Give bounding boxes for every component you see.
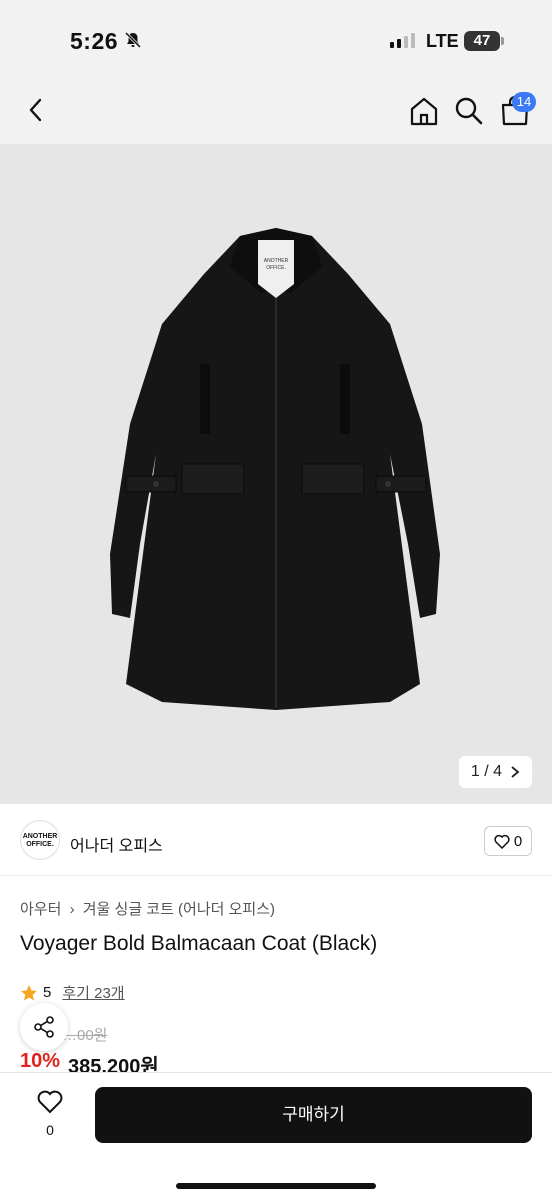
wishlist-button[interactable]: 0 (28, 1089, 72, 1138)
bottom-action-bar: 0 구매하기 (0, 1072, 552, 1200)
product-image-coat: ANOTHER OFFICE. (110, 228, 440, 710)
back-chevron-icon[interactable] (22, 94, 52, 126)
svg-text:OFFICE.: OFFICE. (266, 265, 286, 271)
brand-like-count: 0 (513, 832, 523, 850)
svg-text:ANOTHER: ANOTHER (264, 258, 289, 264)
rating-value: 5 (43, 984, 52, 1001)
image-counter: 1 / 4 (470, 763, 502, 780)
home-icon[interactable] (406, 94, 442, 128)
image-counter-button[interactable]: 1 / 4 (458, 756, 532, 788)
original-price: …00원 (62, 1027, 108, 1044)
share-button[interactable] (20, 1003, 68, 1051)
heart-icon (494, 834, 510, 849)
battery-icon: 47 (464, 31, 500, 51)
brand-logo[interactable]: ANOTHER OFFICE. (20, 820, 60, 860)
brand-row[interactable]: ANOTHER OFFICE. 어나더 오피스 0 (0, 806, 552, 876)
battery-tip (501, 37, 504, 45)
heart-icon (37, 1090, 63, 1114)
top-nav: 14 (0, 80, 552, 144)
breadcrumb: 아우터 › 겨울 싱글 코트 (어나더 오피스) (20, 898, 275, 919)
cart-count-badge: 14 (512, 92, 536, 112)
product-title: Voyager Bold Balmacaan Coat (Black) (20, 932, 378, 955)
buy-button[interactable]: 구매하기 (95, 1087, 532, 1143)
breadcrumb-item[interactable]: 겨울 싱글 코트 (어나더 오피스) (83, 901, 275, 918)
product-image-gallery[interactable]: ANOTHER OFFICE. 1 / 4 (0, 144, 552, 804)
wishlist-count: 0 (46, 1122, 54, 1138)
status-time: 5:26 (70, 28, 119, 54)
network-label: LTE (426, 31, 459, 51)
breadcrumb-separator-icon: › (69, 901, 75, 918)
reviews-link[interactable]: 후기 23개 (62, 982, 124, 1003)
breadcrumb-item[interactable]: 아우터 (20, 901, 61, 918)
share-icon (34, 1016, 54, 1038)
chevron-right-icon (511, 766, 520, 778)
product-rating: 5 후기 23개 (20, 982, 125, 1003)
home-indicator (176, 1183, 376, 1189)
search-icon[interactable] (452, 94, 486, 128)
status-bar: 5:26 LTE 47 (0, 0, 552, 80)
silent-bell-icon (124, 31, 142, 49)
brand-like-button[interactable]: 0 (484, 826, 532, 856)
brand-name[interactable]: 어나더 오피스 (70, 832, 163, 856)
star-icon (21, 984, 37, 1000)
signal-icon (390, 32, 415, 48)
